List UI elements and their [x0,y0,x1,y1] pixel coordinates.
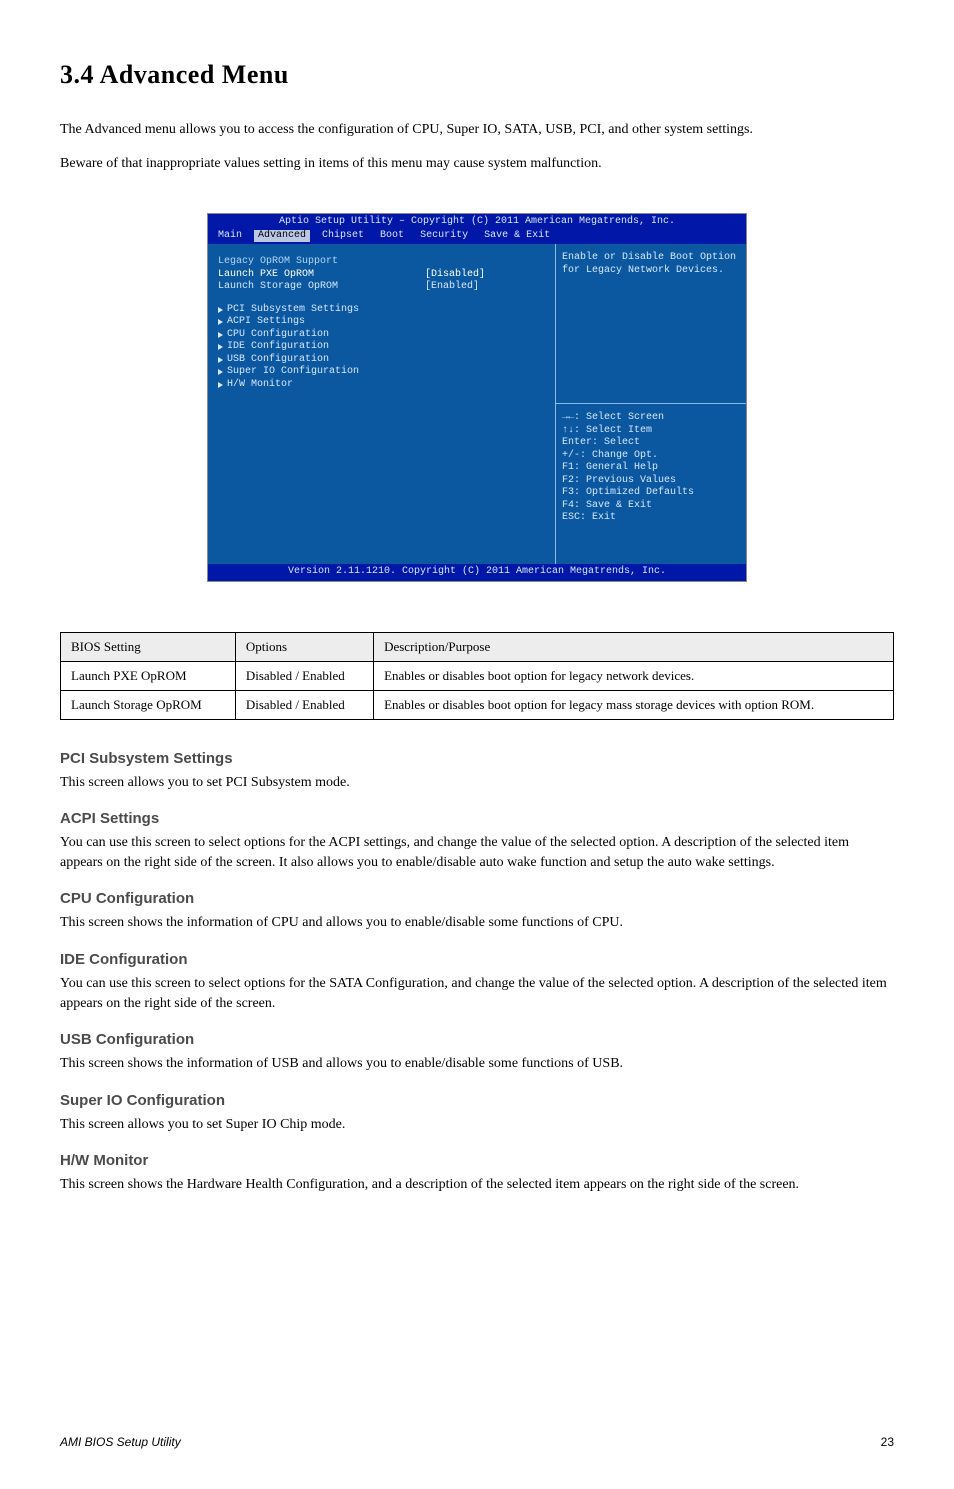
bios-left-pane: Legacy OpROM Support Launch PXE OpROM [D… [208,244,556,564]
section-title: 3.4 Advanced Menu [60,60,894,90]
triangle-icon [218,382,223,388]
bios-tab-saveexit[interactable]: Save & Exit [480,230,554,243]
bios-tabs: Main Advanced Chipset Boot Security Save… [214,230,740,243]
bios-key-4: +/-: Change Opt. [562,450,740,463]
bios-help-line-2: for Legacy Network Devices. [562,265,740,278]
triangle-icon [218,307,223,313]
subsection-body-hwmonitor: This screen shows the Hardware Health Co… [60,1175,894,1195]
subsection-body-cpu: This screen shows the information of CPU… [60,913,894,933]
bios-help-line-1: Enable or Disable Boot Option [562,252,740,265]
bios-key-1: →←: Select Screen [562,412,740,425]
bios-help-text: Enable or Disable Boot Option for Legacy… [556,244,746,404]
bios-submenu-pci[interactable]: PCI Subsystem Settings [218,304,545,317]
table-cell: Enables or disables boot option for lega… [374,661,894,690]
bios-tab-main[interactable]: Main [214,230,246,243]
subsection-body-superio: This screen allows you to set Super IO C… [60,1115,894,1135]
table-cell: Disabled / Enabled [235,661,373,690]
bios-header: Aptio Setup Utility – Copyright (C) 2011… [208,214,746,244]
bios-key-5: F1: General Help [562,462,740,475]
bios-setting-pxe[interactable]: Launch PXE OpROM [Disabled] [218,269,545,282]
bios-footer: Version 2.11.1210. Copyright (C) 2011 Am… [208,564,746,581]
table-cell: Launch Storage OpROM [61,690,236,719]
subsection-body-ide: You can use this screen to select option… [60,974,894,1013]
page-footer: AMI BIOS Setup Utility 23 [60,1435,894,1449]
bios-key-help: →←: Select Screen ↑↓: Select Item Enter:… [556,404,746,564]
bios-title: Aptio Setup Utility – Copyright (C) 2011… [214,216,740,229]
bios-submenu-hwmonitor-label: H/W Monitor [227,379,293,392]
triangle-icon [218,369,223,375]
bios-submenu-usb-label: USB Configuration [227,354,329,367]
bios-submenu-usb[interactable]: USB Configuration [218,354,545,367]
bios-setting-pxe-value: [Disabled] [425,269,545,282]
triangle-icon [218,332,223,338]
bios-tab-security[interactable]: Security [416,230,472,243]
bios-submenu-pci-label: PCI Subsystem Settings [227,304,359,317]
bios-tab-advanced[interactable]: Advanced [254,230,310,243]
bios-submenu-ide[interactable]: IDE Configuration [218,341,545,354]
bios-key-7: F3: Optimized Defaults [562,487,740,500]
bios-submenu-hwmonitor[interactable]: H/W Monitor [218,379,545,392]
bios-right-pane: Enable or Disable Boot Option for Legacy… [556,244,746,564]
table-header-options: Options [235,632,373,661]
subsection-body-usb: This screen shows the information of USB… [60,1054,894,1074]
bios-setting-storage[interactable]: Launch Storage OpROM [Enabled] [218,281,545,294]
bios-key-9: ESC: Exit [562,512,740,525]
bios-key-3: Enter: Select [562,437,740,450]
intro-paragraph-2: Beware of that inappropriate values sett… [60,154,894,174]
table-cell: Launch PXE OpROM [61,661,236,690]
subsection-title-pci: PCI Subsystem Settings [60,750,894,767]
subsection-title-usb: USB Configuration [60,1031,894,1048]
subsection-body-pci: This screen allows you to set PCI Subsys… [60,773,894,793]
bios-key-2: ↑↓: Select Item [562,425,740,438]
subsection-title-cpu: CPU Configuration [60,890,894,907]
bios-submenu-acpi-label: ACPI Settings [227,316,305,329]
footer-left: AMI BIOS Setup Utility [60,1435,181,1449]
bios-submenu-cpu-label: CPU Configuration [227,329,329,342]
table-row: Launch PXE OpROM Disabled / Enabled Enab… [61,661,894,690]
bios-key-6: F2: Previous Values [562,475,740,488]
subsection-body-acpi: You can use this screen to select option… [60,833,894,872]
bios-submenu-superio-label: Super IO Configuration [227,366,359,379]
bios-setting-storage-label: Launch Storage OpROM [218,281,425,294]
table-cell: Disabled / Enabled [235,690,373,719]
intro-paragraph-1: The Advanced menu allows you to access t… [60,120,894,140]
bios-setting-pxe-label: Launch PXE OpROM [218,269,425,282]
bios-key-8: F4: Save & Exit [562,500,740,513]
bios-tab-boot[interactable]: Boot [376,230,408,243]
triangle-icon [218,344,223,350]
bios-submenu-ide-label: IDE Configuration [227,341,329,354]
bios-submenu-acpi[interactable]: ACPI Settings [218,316,545,329]
settings-table: BIOS Setting Options Description/Purpose… [60,632,894,720]
table-row: Launch Storage OpROM Disabled / Enabled … [61,690,894,719]
footer-page-number: 23 [881,1435,894,1449]
table-header-setting: BIOS Setting [61,632,236,661]
subsection-title-ide: IDE Configuration [60,951,894,968]
table-cell: Enables or disables boot option for lega… [374,690,894,719]
bios-submenu-superio[interactable]: Super IO Configuration [218,366,545,379]
subsection-title-hwmonitor: H/W Monitor [60,1152,894,1169]
subsection-title-superio: Super IO Configuration [60,1092,894,1109]
table-header-row: BIOS Setting Options Description/Purpose [61,632,894,661]
triangle-icon [218,357,223,363]
bios-screenshot: Aptio Setup Utility – Copyright (C) 2011… [207,213,747,582]
bios-submenu-cpu[interactable]: CPU Configuration [218,329,545,342]
bios-section-heading: Legacy OpROM Support [218,256,545,269]
table-header-description: Description/Purpose [374,632,894,661]
subsection-title-acpi: ACPI Settings [60,810,894,827]
bios-setting-storage-value: [Enabled] [425,281,545,294]
triangle-icon [218,319,223,325]
bios-tab-chipset[interactable]: Chipset [318,230,368,243]
